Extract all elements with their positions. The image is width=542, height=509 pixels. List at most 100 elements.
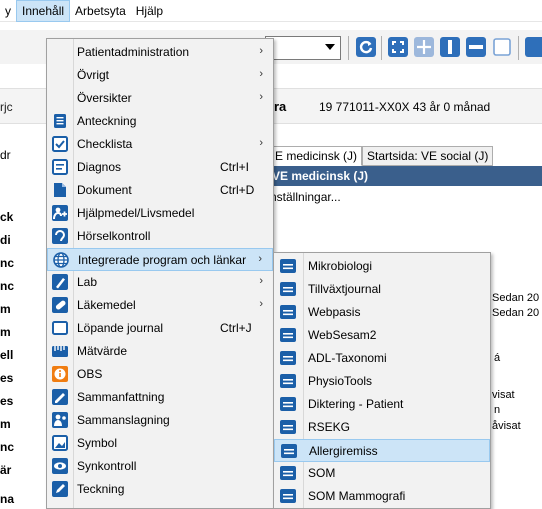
menu-item-ovrigt[interactable]: Övrigt › <box>47 64 273 87</box>
submenu-item-rsekg[interactable]: RSEKG <box>274 416 490 439</box>
eye-icon <box>52 458 68 474</box>
tab-startsida-ve-social[interactable]: Startsida: VE social (J) <box>362 146 494 166</box>
submenu-item-label: ADL-Taxonomi <box>308 351 387 365</box>
hearing-icon <box>52 228 68 244</box>
left-fragment: es <box>0 371 14 385</box>
app-window-icon <box>280 419 296 435</box>
submenu-item-som[interactable]: SOM <box>274 462 490 485</box>
menu-item-shortcut: Ctrl+J <box>220 321 252 335</box>
left-fragment: är <box>0 463 12 477</box>
menu-item-oversikter[interactable]: Översikter › <box>47 87 273 110</box>
menu-item-truncated[interactable]: y <box>0 0 16 22</box>
medication-icon <box>52 297 68 313</box>
panel-header: VE medicinsk (J) <box>270 166 542 186</box>
menu-item-obs[interactable]: OBS <box>47 363 273 386</box>
integrerade-program-submenu: Mikrobiologi Tillväxtjournal Webpasis We… <box>273 252 491 509</box>
aid-icon <box>52 205 68 221</box>
submenu-item-label: Mikrobiologi <box>308 259 373 273</box>
toolbar-combo[interactable] <box>265 36 341 60</box>
tab-ve-medicinsk[interactable]: E medicinsk (J) <box>270 146 363 166</box>
submenu-item-label: Webpasis <box>308 305 361 319</box>
menu-item-patientadministration[interactable]: Patientadministration › <box>47 41 273 64</box>
menu-item-shortcut: Ctrl+D <box>220 183 255 197</box>
menu-item-symbol[interactable]: Symbol <box>47 432 273 455</box>
submenu-item-diktering-patient[interactable]: Diktering - Patient <box>274 393 490 416</box>
obs-icon <box>52 366 68 382</box>
submenu-item-som-mammografi[interactable]: SOM Mammografi <box>274 485 490 508</box>
toolbar-separator <box>381 36 382 60</box>
right-fragment: á <box>494 352 501 364</box>
toolbar-separator <box>348 36 349 60</box>
app-window-icon <box>280 350 296 366</box>
column-icon[interactable] <box>439 36 461 58</box>
right-fragment: visat <box>492 389 515 401</box>
merge-icon <box>52 412 68 428</box>
journal-icon <box>52 320 68 336</box>
chevron-right-icon: › <box>259 137 263 149</box>
left-fragment: ell <box>0 348 14 362</box>
menu-innehall[interactable]: Innehåll <box>16 0 71 22</box>
menu-item-sammanslagning[interactable]: Sammanslagning <box>47 409 273 432</box>
menu-item-matvarde[interactable]: Mätvärde <box>47 340 273 363</box>
menu-item-teckning[interactable]: Teckning <box>47 478 273 501</box>
menu-item-label: Synkontroll <box>77 459 137 473</box>
menu-item-lakemedel[interactable]: Läkemedel › <box>47 294 273 317</box>
app-window-icon <box>280 304 296 320</box>
blank-box-icon[interactable] <box>491 36 513 58</box>
tab-strip: E medicinsk (J) Startsida: VE social (J) <box>270 146 494 166</box>
menu-item-diagnos[interactable]: Diagnos Ctrl+I <box>47 156 273 179</box>
submenu-item-websesam2[interactable]: WebSesam2 <box>274 324 490 347</box>
right-fragment: Sedan 20 <box>492 307 540 319</box>
menu-item-dokument[interactable]: Dokument Ctrl+D <box>47 179 273 202</box>
submenu-item-mikrobiologi[interactable]: Mikrobiologi <box>274 255 490 278</box>
chevron-right-icon: › <box>258 253 262 265</box>
menu-item-label: Integrerade program och länkar <box>78 253 247 267</box>
menu-item-label: Översikter <box>77 91 132 105</box>
move-icon[interactable] <box>413 36 435 58</box>
right-fragment: n <box>494 404 501 416</box>
submenu-item-physiotools[interactable]: PhysioTools <box>274 370 490 393</box>
submenu-item-webpasis[interactable]: Webpasis <box>274 301 490 324</box>
expand-icon[interactable] <box>387 36 409 58</box>
submenu-item-label: SOM <box>308 466 336 480</box>
menu-item-lopande-journal[interactable]: Löpande journal Ctrl+J <box>47 317 273 340</box>
left-fragment: m <box>0 302 11 316</box>
row-icon[interactable] <box>465 36 487 58</box>
app-window-icon <box>280 488 296 504</box>
menu-item-label: Anteckning <box>77 114 137 128</box>
menu-item-anteckning[interactable]: Anteckning <box>47 110 273 133</box>
chevron-right-icon: › <box>259 91 263 103</box>
left-fragment: nc <box>0 279 15 293</box>
menu-item-label: Läkemedel <box>77 298 136 312</box>
menu-item-lab[interactable]: Lab › <box>47 271 273 294</box>
menu-item-label: Patientadministration <box>77 45 190 59</box>
right-fragment: åvisat <box>492 420 521 432</box>
chevron-right-icon: › <box>259 298 263 310</box>
menu-item-label: Checklista <box>77 137 133 151</box>
menu-item-label: Mätvärde <box>77 344 128 358</box>
chevron-right-icon: › <box>259 45 263 57</box>
document-icon <box>52 182 68 198</box>
menu-arbetsyta[interactable]: Arbetsyta <box>70 0 131 22</box>
submenu-item-adl-taxonomi[interactable]: ADL-Taxonomi <box>274 347 490 370</box>
menu-item-label: Lab <box>77 275 98 289</box>
menu-item-horselkontroll[interactable]: Hörselkontroll <box>47 225 273 248</box>
menu-item-synkontroll[interactable]: Synkontroll <box>47 455 273 478</box>
left-fragment: na <box>0 492 15 506</box>
settings-link[interactable]: nställningar... <box>270 190 341 204</box>
refresh-icon[interactable] <box>355 36 377 58</box>
app-window-icon <box>280 396 296 412</box>
toolbar-icon-partial[interactable] <box>524 36 542 58</box>
menu-item-hjalpmedel-livsmedel[interactable]: Hjälpmedel/Livsmedel <box>47 202 273 225</box>
menu-hjalp[interactable]: Hjälp <box>131 0 168 22</box>
menu-item-sammanfattning[interactable]: Sammanfattning <box>47 386 273 409</box>
submenu-item-label: WebSesam2 <box>308 328 377 342</box>
menu-item-checklista[interactable]: Checklista › <box>47 133 273 156</box>
menu-item-integrerade-program[interactable]: Integrerade program och länkar › <box>47 248 273 271</box>
submenu-item-allergiremiss[interactable]: Allergiremiss <box>274 439 490 462</box>
left-fragment: m <box>0 325 11 339</box>
menu-item-label: Dokument <box>77 183 132 197</box>
submenu-item-tillvaxtjournal[interactable]: Tillväxtjournal <box>274 278 490 301</box>
menu-item-label: Sammanslagning <box>77 413 170 427</box>
chevron-right-icon: › <box>259 68 263 80</box>
